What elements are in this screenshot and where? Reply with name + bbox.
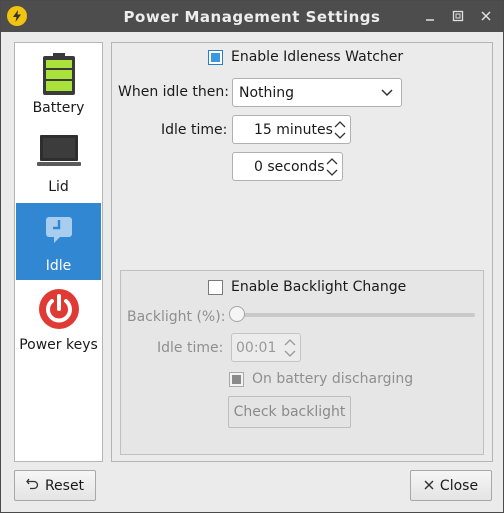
maximize-icon[interactable]	[449, 7, 467, 25]
reset-button[interactable]: Reset	[14, 470, 96, 501]
idle-seconds-spinbox[interactable]: 0 seconds	[232, 152, 343, 181]
chevron-down-icon	[381, 86, 393, 102]
sidebar-item-label: Battery	[32, 100, 85, 116]
lightning-app-icon	[7, 6, 27, 26]
check-backlight-label: Check backlight	[233, 404, 346, 420]
backlight-idle-time-value: 00:01	[236, 339, 277, 356]
backlight-group: Enable Backlight Change Backlight (%): I…	[120, 270, 484, 455]
enable-idleness-row[interactable]: Enable Idleness Watcher	[208, 49, 403, 65]
backlight-idle-time-spinbox[interactable]: 00:01	[231, 333, 301, 362]
reset-label: Reset	[44, 477, 85, 494]
on-battery-checkbox[interactable]	[229, 371, 244, 387]
spin-arrows-icon[interactable]	[284, 337, 296, 359]
idle-seconds-value: 0 seconds	[254, 158, 325, 175]
spin-arrows-icon[interactable]	[334, 119, 346, 141]
when-idle-dropdown[interactable]: Nothing	[232, 78, 402, 107]
spin-arrows-icon[interactable]	[326, 156, 338, 178]
idle-minutes-value: 15 minutes	[254, 121, 333, 138]
backlight-slider-handle[interactable]	[229, 306, 245, 322]
enable-idleness-checkbox[interactable]	[208, 49, 223, 65]
enable-backlight-label: Enable Backlight Change	[231, 279, 407, 295]
minimize-icon[interactable]	[421, 7, 439, 25]
idle-settings-panel: Enable Idleness Watcher When idle then: …	[111, 42, 493, 462]
sidebar-item-label: Power keys	[19, 337, 98, 353]
window-title: Power Management Settings	[123, 7, 381, 26]
close-button[interactable]: Close	[410, 470, 492, 501]
backlight-label: Backlight (%):	[127, 309, 226, 325]
close-label: Close	[439, 477, 479, 494]
sidebar-item-power-keys[interactable]: Power keys	[16, 282, 101, 359]
idle-chat-icon	[44, 215, 74, 249]
enable-idleness-label: Enable Idleness Watcher	[231, 49, 404, 65]
battery-icon	[41, 52, 77, 100]
close-window-icon[interactable]	[477, 7, 495, 25]
sidebar-item-lid[interactable]: Lid	[16, 124, 101, 201]
close-icon	[424, 478, 434, 494]
when-idle-label: When idle then:	[118, 84, 229, 100]
settings-sidebar: Battery Lid Idle Power keys	[14, 42, 103, 462]
power-management-window: Power Management Settings Battery Lid Id…	[0, 0, 504, 513]
title-bar[interactable]: Power Management Settings	[1, 1, 503, 32]
window-controls	[421, 7, 495, 25]
enable-backlight-checkbox[interactable]	[208, 279, 223, 295]
sidebar-item-battery[interactable]: Battery	[16, 45, 101, 122]
idle-minutes-spinbox[interactable]: 15 minutes	[232, 115, 351, 144]
backlight-idle-time-label: Idle time:	[157, 340, 224, 356]
sidebar-item-label: Idle	[45, 258, 72, 274]
backlight-slider-track[interactable]	[239, 313, 475, 317]
check-backlight-button[interactable]: Check backlight	[228, 396, 351, 428]
when-idle-value: Nothing	[239, 84, 295, 101]
undo-icon	[26, 477, 39, 494]
sidebar-item-label: Lid	[48, 179, 69, 195]
sidebar-item-idle[interactable]: Idle	[16, 203, 101, 280]
on-battery-row[interactable]: On battery discharging	[229, 371, 413, 387]
on-battery-label: On battery discharging	[252, 371, 414, 387]
idle-time-label: Idle time:	[161, 122, 228, 138]
enable-backlight-row[interactable]: Enable Backlight Change	[208, 279, 406, 295]
power-icon	[38, 288, 80, 334]
laptop-lid-icon	[36, 134, 81, 172]
